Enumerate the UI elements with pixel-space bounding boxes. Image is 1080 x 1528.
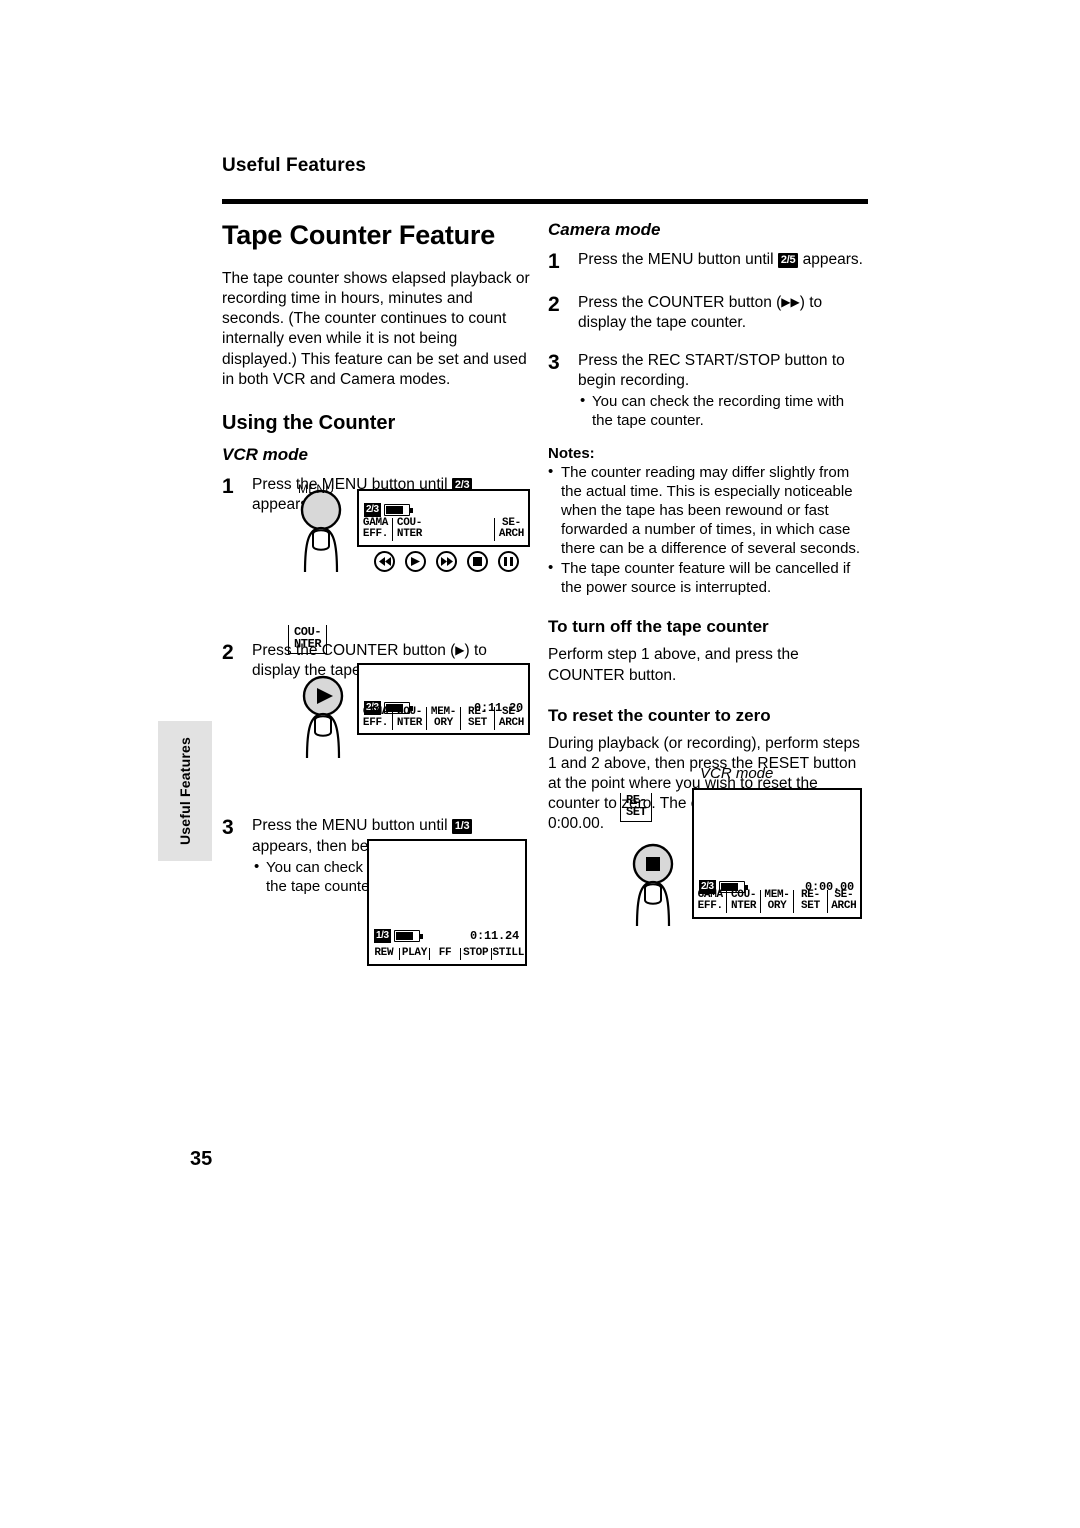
osd-menu-item-memory[interactable]: MEM- ORY — [759, 889, 793, 913]
step-number: 3 — [548, 351, 560, 375]
step-text-before: Press the COUNTER button ( — [252, 642, 456, 660]
osd-menu-item-search[interactable]: SE- ARCH — [826, 889, 860, 913]
side-tab-label: Useful Features — [177, 736, 193, 846]
osd-menu-item-gama-eff[interactable]: GAMA EFF. — [694, 889, 726, 913]
rewind-icon[interactable] — [374, 551, 395, 572]
screen-status-row: 1/3 — [374, 929, 423, 943]
tape-counter-value: 0:11.24 — [469, 929, 519, 943]
note-item: The tape counter feature will be cancell… — [548, 558, 868, 597]
screen-status-row: 2/3 — [364, 503, 413, 517]
notes-title: Notes: — [548, 445, 595, 463]
osd-menu-row: GAMA EFF. COU- NTER SE- ARCH — [359, 517, 528, 541]
page-number: 35 — [190, 1148, 213, 1170]
step-number: 3 — [222, 816, 234, 840]
osd-transport-row: REW PLAY FF STOP STILL — [369, 948, 525, 960]
section-heading-using-the-counter: Using the Counter — [222, 411, 396, 434]
menu-page-badge: 2/5 — [777, 253, 799, 268]
step-text: Press the COUNTER button (▶▶) to display… — [578, 293, 868, 333]
step-number: 1 — [548, 250, 560, 273]
menu-screen-panel: 2/3 GAMA EFF. COU- NTER SE- ARCH — [357, 489, 530, 547]
osd-menu-item-still[interactable]: STILL — [490, 948, 526, 960]
osd-menu-item-counter[interactable]: COU- NTER — [726, 889, 759, 913]
camera-step-1: 1 Press the MENU button until 2/5 appear… — [548, 250, 868, 275]
osd-menu-item-reset[interactable]: RE- SET — [460, 706, 494, 730]
notes-list: The counter reading may differ slightly … — [548, 462, 868, 597]
osd-menu-row: GAMA EFF. COU- NTER MEM- ORY RE- SET SE-… — [359, 706, 528, 730]
menu-button-label: MENU — [298, 482, 335, 496]
fast-forward-icon: ▶▶ — [781, 294, 800, 309]
play-icon: ▶ — [455, 643, 465, 658]
finger-pressing-button-icon — [632, 843, 674, 927]
camera-mode-heading: Camera mode — [548, 220, 661, 239]
document-page: Useful Features Useful Features 35 Tape … — [0, 0, 1080, 1528]
transport-button-row — [374, 551, 519, 572]
step-number: 2 — [548, 292, 560, 316]
reset-heading: To reset the counter to zero — [548, 705, 771, 725]
reset-diagram-caption: VCR mode — [700, 765, 774, 782]
osd-menu-item-play[interactable]: PLAY — [398, 948, 430, 960]
finger-pressing-button-icon — [302, 675, 344, 759]
osd-menu-item-counter[interactable]: COU- NTER — [392, 517, 426, 541]
step-text: Press the MENU button until 2/5 appears. — [578, 250, 868, 275]
counter-screen-panel: 2/3 0:11.20 GAMA EFF. COU- NTER MEM- ORY… — [357, 663, 530, 735]
osd-menu-item-search[interactable]: SE- ARCH — [494, 517, 528, 541]
battery-icon — [383, 504, 413, 516]
counter-button-label: COU- NTER — [288, 625, 328, 655]
reset-button-label: RE- SET — [620, 793, 653, 823]
osd-menu-item-ff[interactable]: FF — [429, 948, 460, 960]
step-text-before: Press the REC START/STOP button to begin… — [578, 352, 845, 390]
osd-menu-row: GAMA EFF. COU- NTER MEM- ORY RE- SET SE-… — [694, 889, 860, 913]
osd-menu-item-rew[interactable]: REW — [369, 948, 399, 960]
fast-forward-icon[interactable] — [436, 551, 457, 572]
menu-page-badge: 2/3 — [364, 503, 381, 517]
intro-paragraph: The tape counter shows elapsed playback … — [222, 270, 530, 388]
step-number: 2 — [222, 641, 234, 665]
turn-off-heading: To turn off the tape counter — [548, 617, 769, 637]
osd-menu-item-search[interactable]: SE- ARCH — [494, 706, 528, 730]
playback-screen-panel: 1/3 0:11.24 REW PLAY FF STOP STILL — [367, 839, 527, 966]
header-rule — [222, 199, 868, 204]
turn-off-body: Perform step 1 above, and press the COUN… — [548, 646, 799, 684]
camera-step-2: 2 Press the COUNTER button (▶▶) to displ… — [548, 293, 868, 333]
step-text-before: Press the MENU button until — [578, 251, 778, 268]
menu-button-illustration: MENU — [288, 482, 360, 576]
step-number: 1 — [222, 474, 234, 498]
pause-icon[interactable] — [498, 551, 519, 572]
osd-menu-item-stop[interactable]: STOP — [459, 948, 491, 960]
camera-step-3: 3 Press the REC START/STOP button to beg… — [548, 351, 868, 432]
stop-icon[interactable] — [467, 551, 488, 572]
step-text: Press the REC START/STOP button to begin… — [578, 351, 868, 432]
right-column: Camera mode 1 Press the MENU button unti… — [548, 220, 868, 840]
osd-menu-item-reset[interactable]: RE- SET — [793, 889, 826, 913]
side-tab: Useful Features — [158, 721, 212, 861]
osd-menu-item-gama-eff[interactable]: GAMA EFF. — [359, 517, 392, 541]
menu-page-badge: 1/3 — [451, 819, 473, 835]
vcr-mode-heading: VCR mode — [222, 444, 308, 464]
bullet-item: You can check the recording time with th… — [578, 392, 868, 431]
page-title: Tape Counter Feature — [222, 220, 496, 250]
battery-icon — [393, 930, 423, 942]
osd-menu-item-counter[interactable]: COU- NTER — [392, 706, 426, 730]
osd-menu-item-memory[interactable]: MEM- ORY — [426, 706, 460, 730]
finger-pressing-button-icon — [300, 489, 342, 573]
menu-page-badge: 1/3 — [374, 929, 391, 943]
step-text-before: Press the MENU button until — [252, 817, 452, 835]
step-bullets: You can check the recording time with th… — [578, 392, 868, 431]
reset-screen-panel: 2/3 0:00.00 GAMA EFF. COU- NTER MEM- ORY… — [692, 788, 862, 919]
step-text-before: Press the COUNTER button ( — [578, 293, 782, 311]
step-text-after: appears. — [798, 251, 863, 268]
running-head: Useful Features — [222, 155, 367, 176]
osd-menu-item-gama-eff[interactable]: GAMA EFF. — [359, 706, 392, 730]
play-icon[interactable] — [405, 551, 426, 572]
note-item: The counter reading may differ slightly … — [548, 462, 868, 558]
